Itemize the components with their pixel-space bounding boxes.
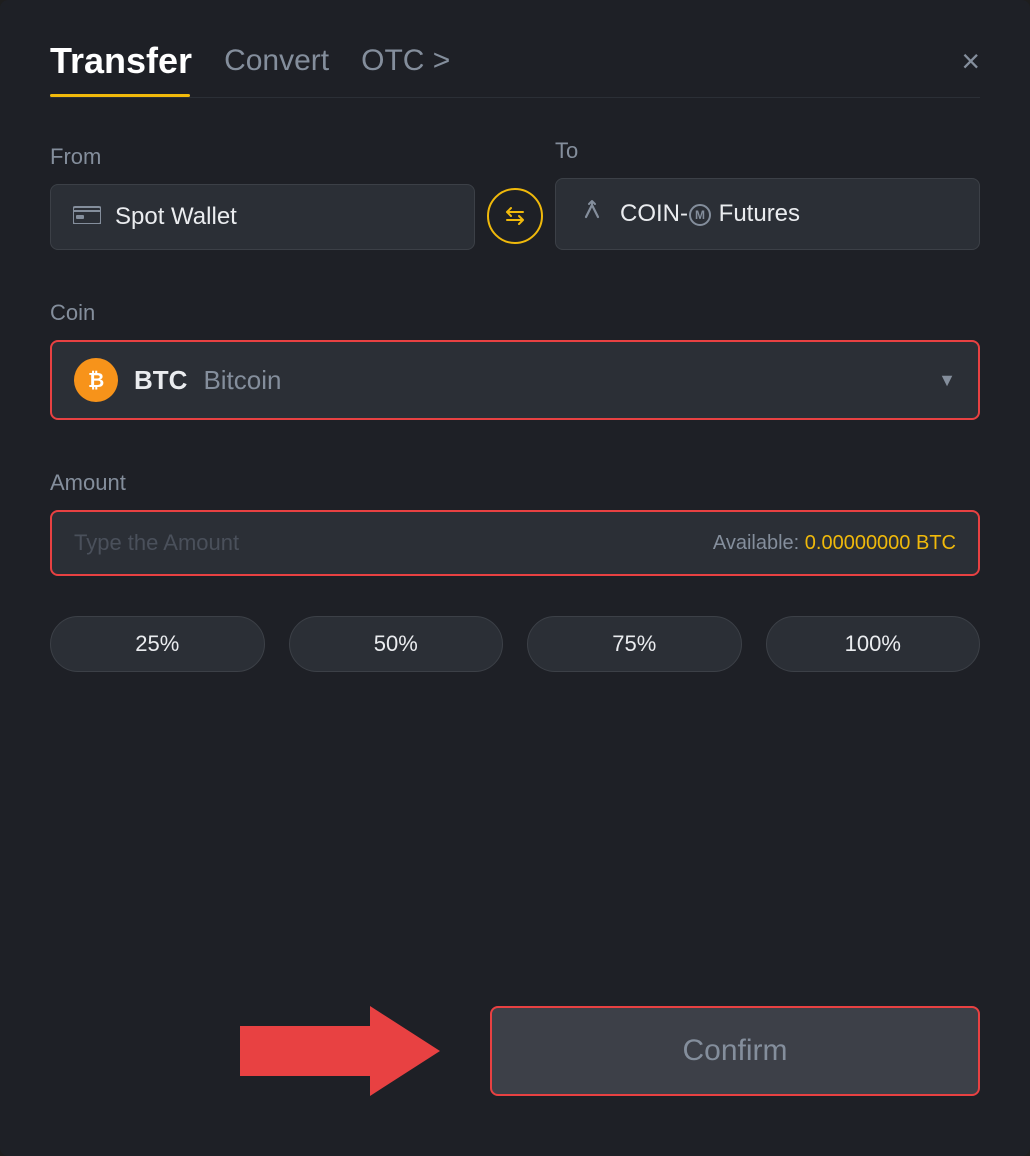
- amount-input[interactable]: [74, 530, 703, 556]
- wallet-icon: [73, 204, 101, 230]
- to-block: To COIN-M Futures: [555, 138, 980, 250]
- to-wallet-name: COIN-M Futures: [620, 200, 800, 228]
- available-text: Available: 0.00000000 BTC: [713, 532, 956, 555]
- from-label: From: [50, 144, 475, 170]
- amount-label: Amount: [50, 470, 980, 496]
- arrow-indicator: [240, 1006, 440, 1096]
- from-to-section: From Spot Wallet: [50, 138, 980, 250]
- amount-section: Amount Available: 0.00000000 BTC: [50, 470, 980, 576]
- to-wallet-selector[interactable]: COIN-M Futures: [555, 178, 980, 250]
- pct-25-button[interactable]: 25%: [50, 616, 265, 672]
- tab-otc[interactable]: OTC >: [361, 44, 450, 78]
- coin-name: Bitcoin: [203, 365, 281, 396]
- modal-header: Transfer Convert OTC > ×: [50, 40, 980, 82]
- close-button[interactable]: ×: [961, 45, 980, 77]
- coin-section: Coin ₿ BTC Bitcoin ▼: [50, 300, 980, 420]
- tab-transfer[interactable]: Transfer: [50, 40, 192, 82]
- pct-100-button[interactable]: 100%: [766, 616, 981, 672]
- amount-box: Available: 0.00000000 BTC: [50, 510, 980, 576]
- btc-icon: ₿: [74, 358, 118, 402]
- swap-wrapper: [475, 188, 555, 250]
- pct-50-button[interactable]: 50%: [289, 616, 504, 672]
- tab-convert[interactable]: Convert: [224, 44, 329, 78]
- available-amount: 0.00000000 BTC: [805, 532, 956, 554]
- futures-icon: [578, 197, 606, 231]
- red-arrow-svg: [240, 1006, 440, 1096]
- header-divider: [50, 97, 980, 98]
- swap-button[interactable]: [487, 188, 543, 244]
- coin-dropdown[interactable]: ₿ BTC Bitcoin ▼: [50, 340, 980, 420]
- transfer-modal: Transfer Convert OTC > × From Spot Walle…: [0, 0, 1030, 1156]
- from-wallet-name: Spot Wallet: [115, 203, 237, 231]
- from-wallet-selector[interactable]: Spot Wallet: [50, 184, 475, 250]
- coin-label: Coin: [50, 300, 980, 326]
- chevron-down-icon: ▼: [938, 370, 956, 391]
- coin-symbol: BTC: [134, 365, 187, 396]
- pct-75-button[interactable]: 75%: [527, 616, 742, 672]
- to-label: To: [555, 138, 980, 164]
- confirm-button[interactable]: Confirm: [490, 1006, 980, 1096]
- from-block: From Spot Wallet: [50, 144, 475, 250]
- bottom-area: Confirm: [50, 1006, 980, 1096]
- percentage-row: 25% 50% 75% 100%: [50, 616, 980, 672]
- svg-text:₿: ₿: [88, 370, 104, 392]
